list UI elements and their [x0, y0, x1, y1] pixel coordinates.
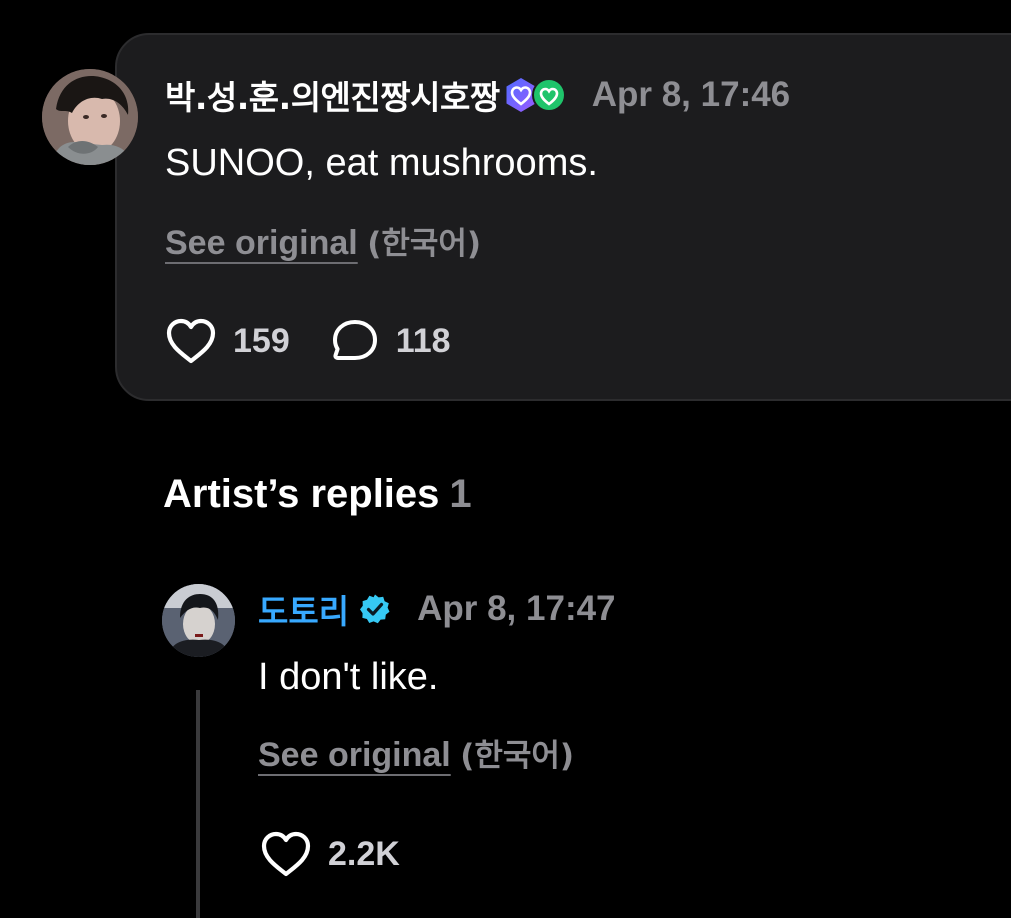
- reply-original-language-label: (한국어): [460, 738, 575, 774]
- reply-see-original: See original (한국어): [258, 730, 574, 775]
- artist-name[interactable]: 도토리: [258, 585, 349, 633]
- user-badges: [504, 77, 566, 113]
- thread-connector-line: [196, 690, 200, 918]
- reply-see-original-link[interactable]: See original: [258, 736, 451, 774]
- commenter-avatar-image: [42, 69, 138, 165]
- comment-see-original: See original (한국어): [165, 218, 481, 263]
- like-count: 159: [233, 321, 290, 360]
- artist-replies-count: 1: [449, 472, 472, 516]
- comment-timestamp: Apr 8, 17:46: [591, 75, 791, 114]
- artist-avatar-image: [162, 584, 235, 657]
- reply-like-count: 2.2K: [328, 834, 400, 873]
- see-original-link[interactable]: See original: [165, 224, 358, 262]
- heart-icon: [166, 318, 216, 364]
- reply-text: I don't like.: [258, 656, 439, 698]
- comment-header: 박.성.훈.의엔진짱시호짱 Apr 8, 17:46: [165, 71, 790, 119]
- commenter-avatar[interactable]: [42, 69, 138, 165]
- comment-actions: 159 118: [165, 317, 451, 365]
- green-heart-badge-icon: [531, 78, 566, 112]
- comment-username[interactable]: 박.성.훈.의엔진짱시호짱: [165, 71, 500, 119]
- like-button[interactable]: 159: [165, 317, 290, 365]
- artist-replies-heading: Artist’s replies 1: [163, 472, 472, 517]
- comment-thread-page: 박.성.훈.의엔진짱시호짱 Apr 8, 17:46 SUNOO, eat mu…: [0, 0, 1011, 918]
- artist-avatar[interactable]: [162, 584, 235, 657]
- reply-timestamp: Apr 8, 17:47: [417, 589, 616, 628]
- comment-text: SUNOO, eat mushrooms.: [165, 142, 598, 184]
- heart-icon: [261, 831, 311, 877]
- reply-count-button[interactable]: 118: [330, 318, 451, 364]
- comment-card: 박.성.훈.의엔진짱시호짱 Apr 8, 17:46 SUNOO, eat mu…: [115, 33, 1011, 401]
- artist-replies-title: Artist’s replies: [163, 472, 440, 516]
- speech-bubble-icon: [332, 320, 377, 360]
- verified-badge-icon: [360, 594, 390, 624]
- reply-actions: 2.2K: [260, 830, 400, 878]
- reply-header: 도토리 Apr 8, 17:47: [258, 585, 616, 633]
- reply-like-button[interactable]: 2.2K: [260, 830, 400, 878]
- reply-count: 118: [395, 321, 451, 360]
- original-language-label: (한국어): [367, 226, 482, 262]
